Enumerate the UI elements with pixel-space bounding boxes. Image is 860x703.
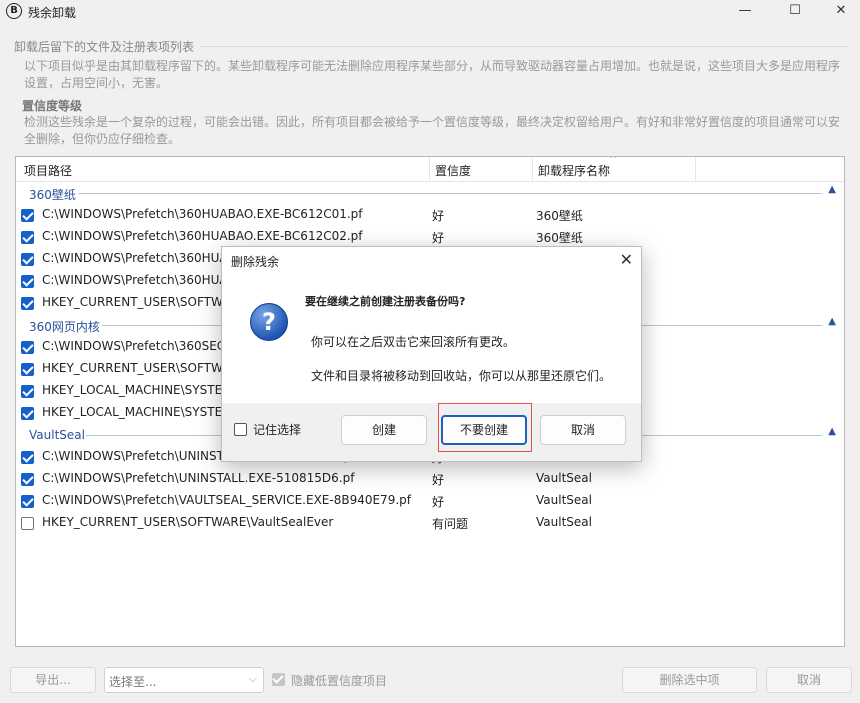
item-path: C:\WINDOWS\Prefetch\UNINSTALL.EXE-510815… [42,471,355,485]
dont-create-backup-button[interactable]: 不要创建 [441,415,527,445]
column-separator[interactable] [532,157,533,181]
item-checkbox[interactable] [21,297,34,310]
hide-low-confidence-checkbox[interactable] [272,673,285,686]
column-header-path[interactable]: 项目路径 [24,162,72,179]
item-confidence: 好 [432,209,445,223]
chevron-down-icon: ⌵ [248,672,257,685]
item-checkbox[interactable] [21,231,34,244]
dialog-footer: 记住选择 创建 不要创建 取消 [222,403,641,461]
confidence-title: 置信度等级 [22,99,83,113]
group-name: 360网页内核 [29,320,100,334]
group-name: VaultSeal [29,428,85,442]
group-rule [78,193,822,194]
remember-choice-label: 记住选择 [253,423,302,437]
dialog-title-bar: 删除残余 ✕ [222,247,641,275]
sort-ascending-icon: ^ [609,156,618,165]
item-confidence: 好 [432,495,445,509]
dialog-text-recycle: 文件和目录将被移动到回收站，你可以从那里还原它们。 [311,369,612,383]
item-checkbox[interactable] [21,363,34,376]
question-icon: ? [250,303,288,341]
column-separator[interactable] [429,157,430,181]
item-checkbox[interactable] [21,407,34,420]
item-checkbox[interactable] [21,385,34,398]
item-checkbox[interactable] [21,209,34,222]
item-program: VaultSeal [536,493,592,507]
group-divider [200,46,848,47]
item-confidence: 好 [432,473,445,487]
app-logo-icon: B [6,3,22,19]
item-program: VaultSeal [536,471,592,485]
collapse-group-icon[interactable]: ▲ [828,316,836,327]
cancel-button[interactable]: 取消 [766,667,852,693]
item-path: C:\WINDOWS\Prefetch\360HUABAO.EXE-BC612C… [42,229,363,243]
collapse-group-icon[interactable]: ▲ [828,184,836,195]
item-path: C:\WINDOWS\Prefetch\VAULTSEAL_SERVICE.EX… [42,493,411,507]
select-to-value: 选择至... [109,675,157,689]
remember-choice-checkbox[interactable] [234,423,247,436]
create-backup-button[interactable]: 创建 [341,415,427,445]
item-path: C:\WINDOWS\Prefetch\360HUABAO.EXE-BC612C… [42,207,363,221]
list-item[interactable]: C:\WINDOWS\Prefetch\360HUABAO.EXE-BC612C… [16,204,844,226]
list-item[interactable]: HKEY_CURRENT_USER\SOFTWARE\VaultSealEver… [16,512,844,534]
item-path: HKEY_CURRENT_USER\SOFTWA [42,361,231,375]
item-path: HKEY_CURRENT_USER\SOFTWARE\VaultSealEver [42,515,334,529]
export-button[interactable]: 导出... [10,667,96,693]
select-to-dropdown[interactable]: 选择至... ⌵ [104,667,264,693]
item-path: C:\WINDOWS\Prefetch\360HUA [42,251,228,265]
item-path: HKEY_LOCAL_MACHINE\SYSTEM [42,405,233,419]
item-program: VaultSeal [536,515,592,529]
item-path: C:\WINDOWS\Prefetch\360SEC [42,339,226,353]
item-checkbox[interactable] [21,275,34,288]
confidence-text: 检测这些残余是一个复杂的过程，可能会出错。因此，所有项目都会被给予一个置信度等级… [24,115,841,146]
item-checkbox[interactable] [21,341,34,354]
delete-selected-button[interactable]: 删除选中项 [622,667,757,693]
delete-leftovers-dialog: 删除残余 ✕ ? 要在继续之前创建注册表备份吗? 你可以在之后双击它来回滚所有更… [221,246,642,462]
item-checkbox[interactable] [21,517,34,530]
item-checkbox[interactable] [21,473,34,486]
column-separator[interactable] [695,157,696,181]
window-title: 残余卸载 [28,6,77,20]
list-item[interactable]: C:\WINDOWS\Prefetch\VAULTSEAL_SERVICE.EX… [16,490,844,512]
column-header-program[interactable]: 卸载程序名称 [538,162,610,179]
title-bar: B 残余卸载 — ☐ ✕ [0,0,860,24]
dialog-heading: 要在继续之前创建注册表备份吗? [305,295,466,308]
item-program: 360壁纸 [536,209,583,223]
maximize-button[interactable]: ☐ [772,0,818,24]
close-button[interactable]: ✕ [818,0,860,24]
dialog-title: 删除残余 [231,255,280,269]
group-name: 360壁纸 [29,188,76,202]
item-checkbox[interactable] [21,451,34,464]
item-program: 360壁纸 [536,231,583,245]
hide-low-confidence-label: 隐藏低置信度项目 [291,674,388,688]
item-confidence: 好 [432,231,445,245]
list-header: 项目路径 置信度 卸载程序名称 ^ [16,157,844,182]
dialog-cancel-button[interactable]: 取消 [540,415,626,445]
item-path: HKEY_LOCAL_MACHINE\SYSTEM [42,383,233,397]
list-item[interactable]: C:\WINDOWS\Prefetch\360HUABAO.EXE-BC612C… [16,226,844,248]
list-group-header[interactable]: 360壁纸 ▲ [16,182,844,204]
minimize-button[interactable]: — [722,0,768,24]
item-checkbox[interactable] [21,495,34,508]
dialog-close-icon[interactable]: ✕ [620,250,633,269]
intro-text: 以下项目似乎是由其卸载程序留下的。某些卸载程序可能无法删除应用程序某些部分，从而… [24,59,841,90]
column-header-confidence[interactable]: 置信度 [435,162,471,179]
item-path: C:\WINDOWS\Prefetch\360HUA [42,273,228,287]
item-confidence: 有问题 [432,517,469,531]
item-checkbox[interactable] [21,253,34,266]
dialog-text-rollback: 你可以在之后双击它来回滚所有更改。 [311,335,516,349]
list-item[interactable]: C:\WINDOWS\Prefetch\UNINSTALL.EXE-510815… [16,468,844,490]
item-path: HKEY_CURRENT_USER\SOFTWA [42,295,231,309]
collapse-group-icon[interactable]: ▲ [828,426,836,437]
leftovers-group-title: 卸载后留下的文件及注册表项列表 [14,40,195,54]
